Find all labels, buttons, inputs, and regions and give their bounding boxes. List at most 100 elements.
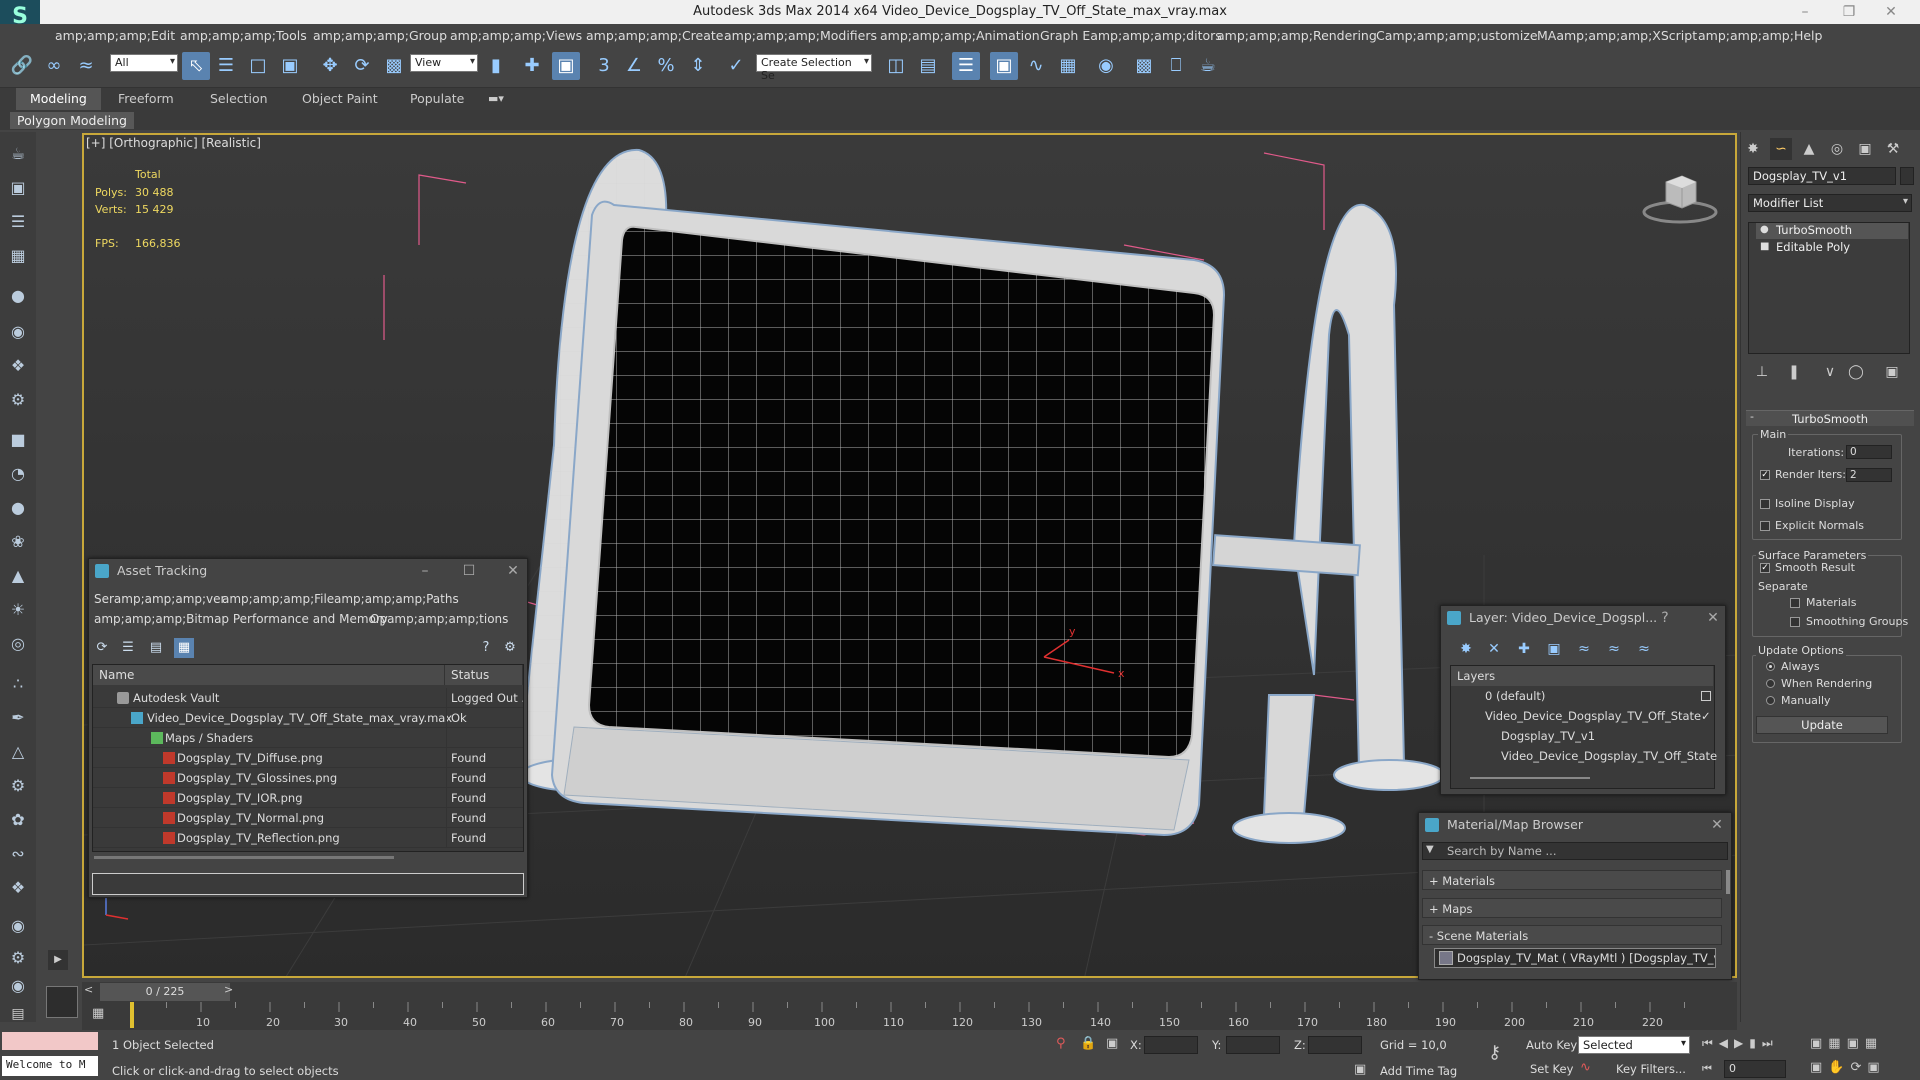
remove-modifier-icon[interactable]: ◯: [1846, 362, 1866, 382]
move-icon[interactable]: ✥: [316, 52, 344, 80]
close-icon[interactable]: ✕: [1876, 2, 1906, 22]
table-row[interactable]: Dogsplay_TV_Normal.png Found: [93, 808, 523, 828]
particles-icon[interactable]: ∴: [6, 672, 30, 696]
render-production-icon[interactable]: ☕: [1194, 52, 1222, 80]
layer-item-default[interactable]: 0 (default): [1451, 686, 1713, 706]
isoline-display-checkbox[interactable]: [1760, 499, 1770, 509]
material-search-input[interactable]: Search by Name ...: [1422, 842, 1728, 860]
help-icon[interactable]: ?: [1651, 606, 1679, 630]
snaps-toggle-icon[interactable]: 3: [590, 52, 618, 80]
display-tab-icon[interactable]: ▣: [1854, 138, 1876, 160]
viewport-layout-icon[interactable]: [46, 986, 78, 1018]
show-end-result-icon[interactable]: ❚: [1784, 362, 1804, 382]
create-layer-icon[interactable]: ✸: [1454, 638, 1478, 660]
material-browser-titlebar[interactable]: Material/Map Browser ✕: [1419, 813, 1731, 837]
create-tab-icon[interactable]: ✸: [1742, 138, 1764, 160]
hide-layers-icon[interactable]: ≈: [1602, 638, 1626, 660]
menu-tools[interactable]: amp;amp;amp;Tools: [180, 28, 307, 43]
motion-tab-icon[interactable]: ◎: [1826, 138, 1848, 160]
bulb-icon[interactable]: ●: [1760, 224, 1769, 235]
viewport-label[interactable]: [+] [Orthographic] [Realistic]: [86, 136, 261, 150]
pivot-center-icon[interactable]: ▮: [482, 52, 510, 80]
asset-table-scrollbar[interactable]: [94, 856, 394, 859]
layer-window-titlebar[interactable]: Layer: Video_Device_Dogspl... ? ✕: [1441, 606, 1725, 630]
stack-item-editable-poly[interactable]: ■ Editable Poly: [1756, 240, 1908, 256]
layer-item-object[interactable]: Video_Device_Dogsplay_TV_Off_State: [1451, 746, 1717, 766]
time-slider[interactable]: 0 / 225: [100, 983, 230, 1001]
schematic-view-icon[interactable]: ▦: [1054, 52, 1082, 80]
viewport-nav-bottom[interactable]: ▣✋⟳▣: [1810, 1060, 1886, 1075]
table-row[interactable]: Dogsplay_TV_IOR.png Found: [93, 788, 523, 808]
align-icon[interactable]: ▤: [914, 52, 942, 80]
bind-space-warp-icon[interactable]: ≈: [72, 52, 100, 80]
minimize-icon[interactable]: –: [1790, 2, 1820, 22]
render-icon[interactable]: ▣: [6, 176, 30, 200]
key-mode-toggle-icon[interactable]: ⏮: [1702, 1062, 1712, 1076]
table-row[interactable]: Dogsplay_TV_Diffuse.png Found: [93, 748, 523, 768]
material-editor-icon[interactable]: ◉: [1092, 52, 1120, 80]
target-icon[interactable]: ◎: [6, 632, 30, 656]
time-tag-icon[interactable]: ▣: [1354, 1062, 1366, 1077]
materials-group[interactable]: + Materials: [1422, 870, 1722, 890]
mini-curve-editor-icon[interactable]: ▦: [92, 1006, 104, 1021]
layer-list-scrollbar[interactable]: [1470, 777, 1590, 779]
asset-menu-file[interactable]: amp;amp;amp;File: [222, 592, 334, 606]
pin-stack-icon[interactable]: ⊥: [1752, 362, 1772, 382]
set-keys-key-icon[interactable]: ⚷: [1488, 1042, 1501, 1063]
maxscript-output[interactable]: Welcome to M: [2, 1056, 98, 1076]
layers-column-header[interactable]: Layers: [1451, 666, 1713, 686]
tripod-icon[interactable]: △: [6, 740, 30, 764]
sun-icon[interactable]: ☀: [6, 598, 30, 622]
select-manipulate-icon[interactable]: ✚: [518, 52, 546, 80]
asset-menu-paths[interactable]: amp;amp;amp;Paths: [334, 592, 459, 606]
menu-customize[interactable]: Camp;amp;amp;ustomize: [1376, 28, 1538, 43]
delete-layer-icon[interactable]: ✕: [1482, 638, 1506, 660]
maps-group[interactable]: + Maps: [1422, 898, 1722, 918]
tab-object-paint[interactable]: Object Paint: [288, 88, 392, 110]
modifier-list-dropdown[interactable]: Modifier List ▾: [1748, 194, 1912, 212]
column-header-status[interactable]: Status: [445, 665, 523, 685]
box-icon[interactable]: ■: [6, 428, 30, 452]
table-row[interactable]: Dogsplay_TV_Glossines.png Found: [93, 768, 523, 788]
tab-populate[interactable]: Populate: [396, 88, 478, 110]
column-header-name[interactable]: Name: [93, 665, 445, 685]
iterations-spinner[interactable]: 0: [1846, 445, 1892, 459]
layer-item-scene[interactable]: Video_Device_Dogsplay_TV_Off_State ✓: [1451, 706, 1713, 726]
texture-icon[interactable]: ❖: [6, 876, 30, 900]
hair-icon[interactable]: ∾: [6, 842, 30, 866]
asset-path-field[interactable]: [92, 873, 524, 895]
material-browser-scrollbar[interactable]: [1726, 870, 1730, 894]
prev-frame-icon[interactable]: <: [84, 983, 93, 996]
current-frame-field[interactable]: 0: [1724, 1060, 1786, 1078]
detail-view-icon[interactable]: ▤: [146, 638, 166, 658]
hierarchy-tab-icon[interactable]: ▲: [1798, 138, 1820, 160]
expand-plus-icon[interactable]: ■: [1760, 241, 1769, 252]
asset-tracking-titlebar[interactable]: Asset Tracking – ☐ ✕: [89, 559, 527, 583]
rect-selection-icon[interactable]: □: [244, 52, 272, 80]
set-key-button[interactable]: Set Key: [1530, 1062, 1573, 1076]
maxscript-listener-input[interactable]: [2, 1032, 98, 1050]
window-crossing-icon[interactable]: ▣: [276, 52, 304, 80]
object-color-swatch[interactable]: [1900, 167, 1914, 185]
list-view-icon[interactable]: ☰: [118, 638, 138, 658]
render-iters-checkbox[interactable]: ✓: [1760, 470, 1770, 480]
paint-icon[interactable]: ✒: [6, 706, 30, 730]
add-to-layer-icon[interactable]: ✚: [1512, 638, 1536, 660]
viewport-nav-top[interactable]: ▣▦▣▦: [1810, 1036, 1883, 1051]
menu-help[interactable]: amp;amp;amp;Help: [1698, 28, 1822, 43]
ribbon-toggle-icon[interactable]: ▣: [990, 52, 1018, 80]
x-coord-field[interactable]: [1144, 1036, 1198, 1054]
tab-modeling[interactable]: Modeling: [16, 88, 101, 110]
options-icon[interactable]: ⚙: [500, 638, 520, 658]
key-filters-button[interactable]: Key Filters...: [1616, 1062, 1686, 1076]
tools-icon[interactable]: ⚙: [6, 946, 30, 970]
search-options-icon[interactable]: ▼: [1426, 844, 1434, 855]
update-when-rendering-radio[interactable]: [1766, 679, 1775, 688]
restore-icon[interactable]: ❐: [1834, 2, 1864, 22]
make-unique-icon[interactable]: ∨: [1820, 362, 1840, 382]
settings-icon[interactable]: ⚙: [6, 774, 30, 798]
close-icon[interactable]: ✕: [1699, 606, 1727, 630]
table-view-icon[interactable]: ▦: [174, 638, 194, 658]
percent-snap-icon[interactable]: %: [652, 52, 680, 80]
close-icon[interactable]: ✕: [499, 559, 527, 583]
